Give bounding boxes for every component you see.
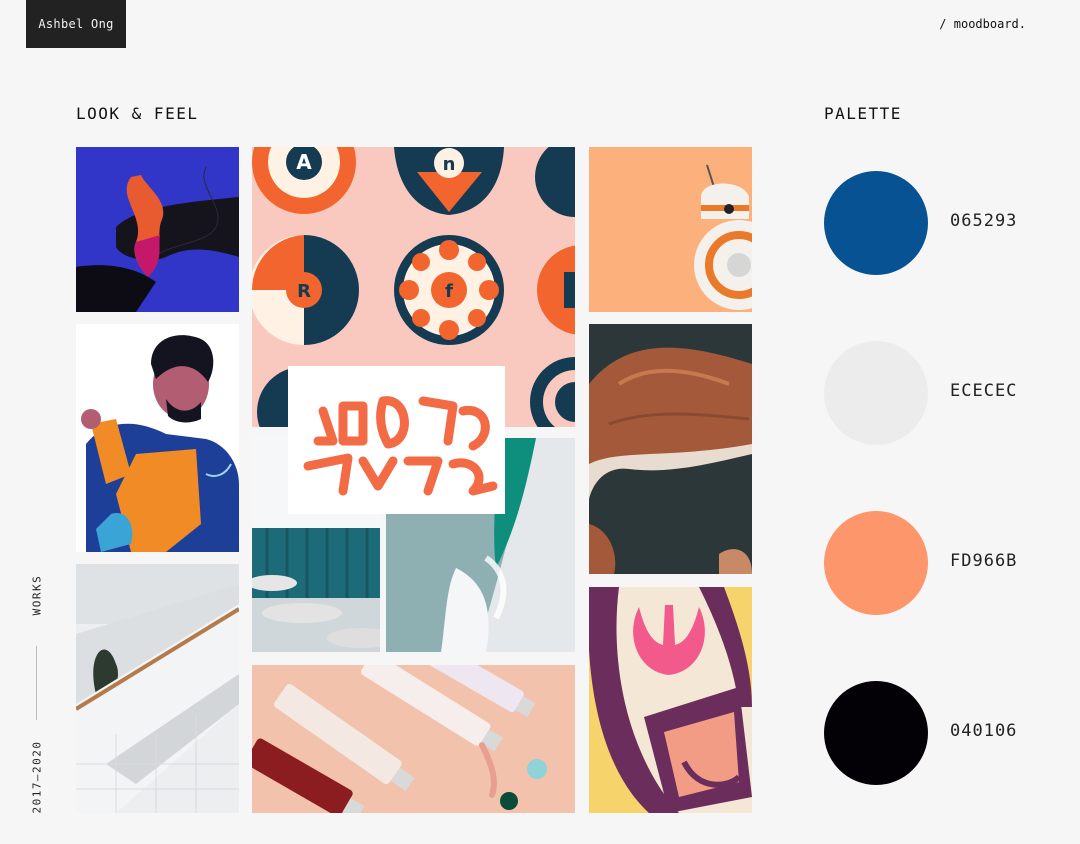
pattern-letter-n: n	[443, 154, 456, 175]
years-label: 2017–2020	[30, 740, 44, 814]
logo-lettering-card[interactable]	[288, 366, 505, 514]
canyon-aerial-image[interactable]	[589, 324, 752, 574]
swatch-circle-1[interactable]	[824, 171, 928, 275]
swatch-circle-3[interactable]	[824, 511, 928, 615]
swatch-code-1: 065293	[950, 211, 1018, 231]
hand-ribbon-image[interactable]	[76, 147, 239, 312]
swatch-circle-4[interactable]	[824, 681, 928, 785]
brand-logo[interactable]: Ashbel Ong	[26, 0, 126, 48]
pattern-letter-a: A	[296, 150, 312, 174]
droid-image[interactable]	[589, 147, 752, 312]
works-label[interactable]: WORKS	[31, 575, 44, 616]
pattern-letter-f: f	[445, 281, 453, 302]
sidebar-divider	[36, 646, 37, 720]
character-portrait-image[interactable]	[76, 324, 239, 552]
paint-tubes-image[interactable]	[252, 665, 575, 813]
swatch-circle-2[interactable]	[824, 341, 928, 445]
swatch-code-3: FD966B	[950, 551, 1018, 571]
swatch-code-2: ECECEC	[950, 381, 1018, 401]
rebel-emblem-image[interactable]	[589, 587, 752, 813]
palette-heading: PALETTE	[824, 104, 902, 123]
pattern-letter-r: R	[297, 281, 311, 302]
look-and-feel-heading: LOOK & FEEL	[76, 104, 199, 123]
staircase-image[interactable]	[76, 564, 239, 813]
swatch-code-4: 040106	[950, 721, 1018, 741]
breadcrumb: / moodboard.	[939, 17, 1026, 31]
